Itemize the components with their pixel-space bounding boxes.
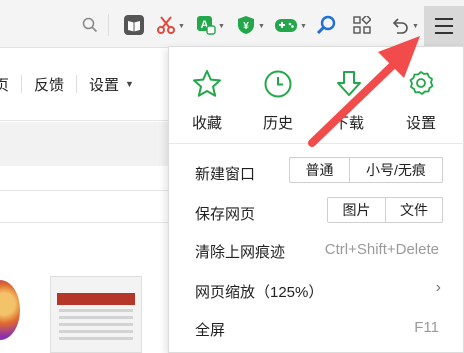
translate-icon[interactable]: A	[196, 14, 216, 36]
chevron-down-icon: ▼	[125, 79, 134, 89]
game-icon[interactable]	[274, 14, 298, 36]
bg-nav-settings[interactable]: 设置	[89, 74, 119, 95]
quick-downloads[interactable]: 下载	[313, 69, 385, 133]
menu-divider	[169, 143, 464, 144]
quick-history-label: 历史	[262, 115, 293, 132]
quick-settings-label: 设置	[405, 115, 436, 132]
gear-icon	[406, 69, 436, 104]
new-window-label: 新建窗口	[195, 166, 256, 183]
zoom-label: 网页缩放（125%）	[195, 284, 324, 301]
new-window-options: 普通 小号/无痕	[289, 157, 443, 183]
screenshot-icon[interactable]	[156, 14, 176, 36]
bg-nav-divider	[21, 75, 23, 93]
save-as-file-button[interactable]: 文件	[386, 198, 442, 222]
chevron-down-icon[interactable]: ▼	[412, 23, 419, 30]
chevron-down-icon[interactable]: ▼	[178, 23, 185, 30]
quick-settings[interactable]: 设置	[385, 69, 457, 133]
bg-nav-feedback[interactable]: 反馈	[34, 74, 64, 95]
clear-traces-shortcut: Ctrl+Shift+Delete	[324, 241, 439, 258]
chevron-down-icon[interactable]: ▼	[218, 23, 225, 30]
site-thumbnail[interactable]	[50, 276, 142, 353]
reader-icon[interactable]	[122, 14, 146, 36]
bg-nav-item[interactable]: 页	[0, 74, 9, 95]
fullscreen-shortcut: F11	[414, 319, 439, 336]
quick-favorites-label: 收藏	[191, 115, 222, 132]
quick-downloads-label: 下载	[333, 115, 364, 132]
browser-toolbar: ▼ A ▼ ¥ ▼ ▼ ▼	[0, 0, 464, 48]
chevron-right-icon: ›	[435, 279, 441, 296]
browser-menu-panel: 收藏 历史 下载 设置 新建窗口 普通 小号/无痕 保存网页 图片 文件 清除上…	[168, 46, 464, 353]
bg-divider	[0, 222, 170, 223]
fullscreen-label: 全屏	[195, 322, 226, 339]
chevron-down-icon[interactable]: ▼	[300, 23, 307, 30]
new-window-normal-button[interactable]: 普通	[290, 158, 350, 182]
svg-text:¥: ¥	[243, 21, 249, 32]
clear-traces-label: 清除上网痕迹	[195, 244, 286, 261]
save-page-options: 图片 文件	[327, 197, 443, 223]
download-icon	[334, 69, 364, 104]
magnifier-icon[interactable]	[316, 14, 336, 36]
apps-icon[interactable]	[352, 14, 372, 36]
bg-divider	[0, 190, 170, 191]
new-window-incognito-button[interactable]: 小号/无痕	[350, 158, 442, 182]
bg-divider	[0, 120, 170, 121]
quick-history[interactable]: 历史	[242, 69, 314, 133]
bg-nav-divider	[76, 75, 78, 93]
chevron-down-icon[interactable]: ▼	[258, 23, 265, 30]
shield-icon[interactable]: ¥	[236, 14, 256, 36]
menu-button[interactable]	[424, 6, 464, 46]
background-page-nav: 页 反馈 设置 ▼	[0, 62, 170, 106]
save-as-image-button[interactable]: 图片	[328, 198, 386, 222]
site-thumbnail[interactable]	[0, 280, 20, 340]
bg-gray-band	[0, 122, 170, 166]
star-icon	[192, 69, 222, 104]
quick-favorites[interactable]: 收藏	[171, 69, 243, 133]
undo-icon[interactable]	[390, 14, 410, 36]
search-icon[interactable]	[80, 14, 100, 36]
save-page-label: 保存网页	[195, 206, 256, 223]
toolbar-divider	[108, 14, 109, 36]
clock-icon	[263, 69, 293, 104]
